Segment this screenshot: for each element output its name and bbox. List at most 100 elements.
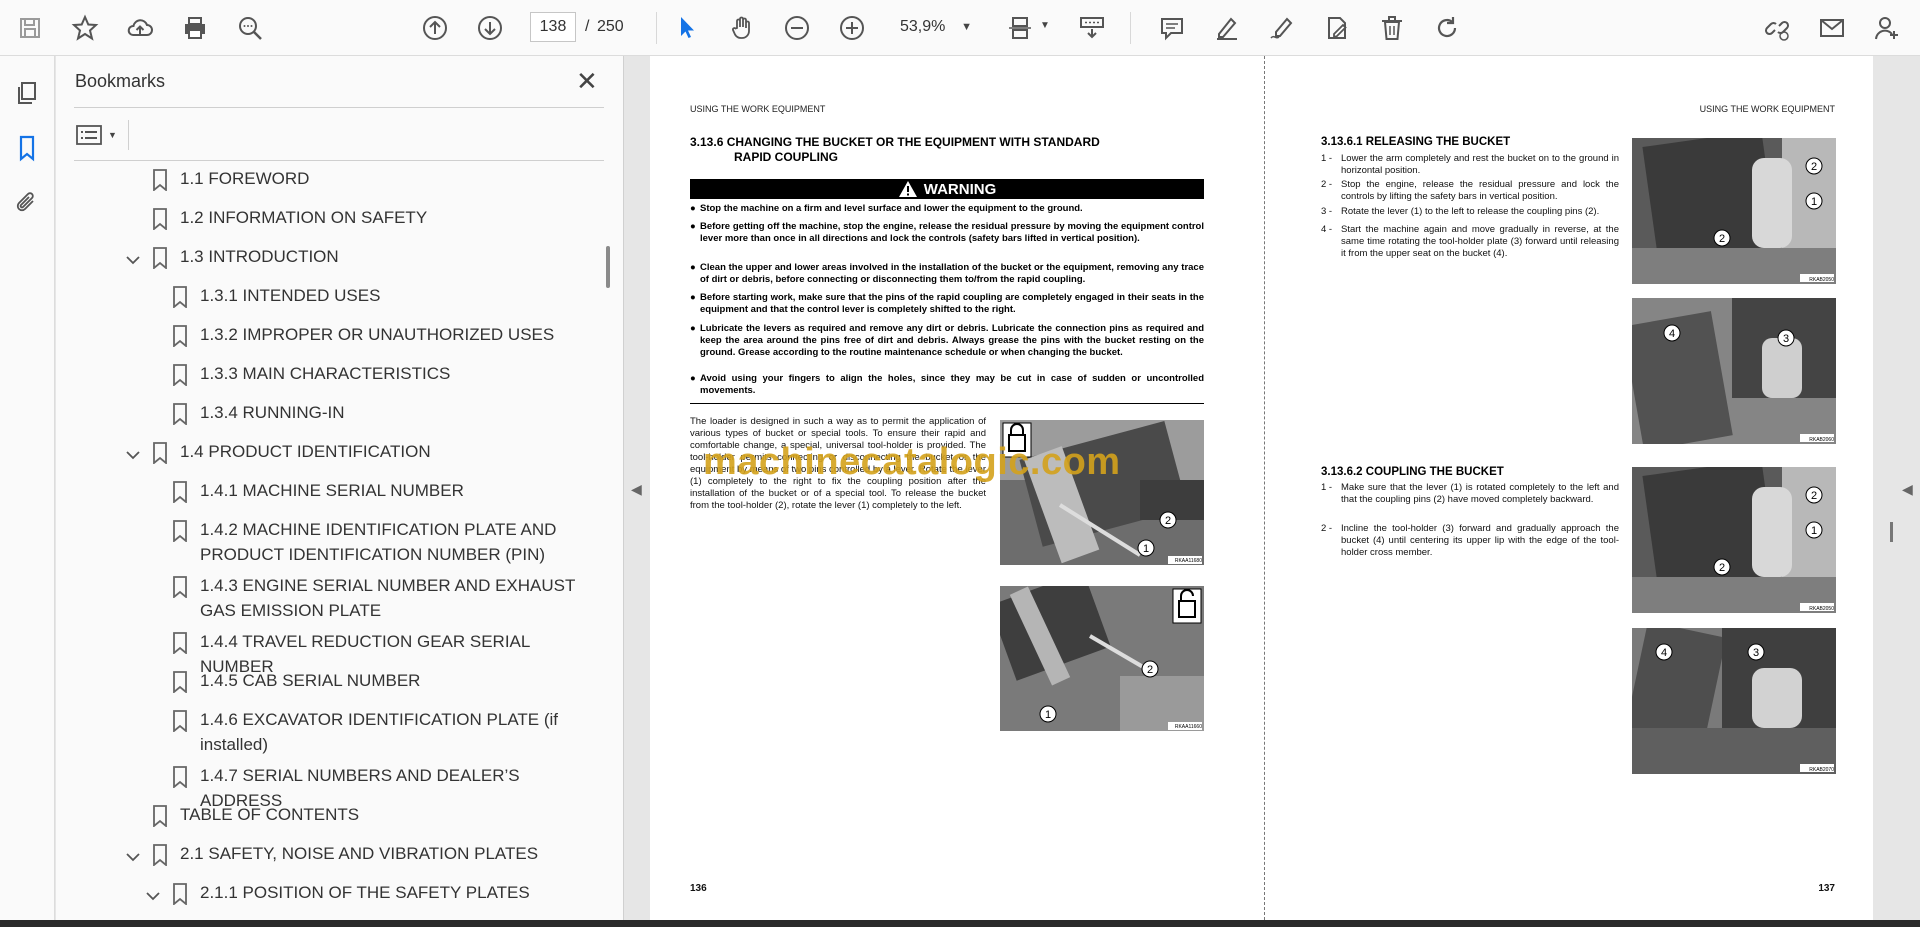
step-item: 1 - Make sure that the lever (1) is rotat… xyxy=(1321,482,1619,506)
step-text: Incline the tool-holder (3) forward and … xyxy=(1341,523,1619,558)
bookmark-item[interactable]: 1.2 INFORMATION ON SAFETY xyxy=(56,205,596,244)
select-cursor-icon[interactable] xyxy=(670,11,704,45)
page-fit-dropdown-icon[interactable]: ▼ xyxy=(1040,20,1050,31)
bookmarks-panel-icon[interactable] xyxy=(10,131,44,165)
bookmark-icon xyxy=(171,632,189,655)
next-page-icon[interactable] xyxy=(473,11,507,45)
bookmark-item[interactable]: 1.3.3 MAIN CHARACTERISTICS xyxy=(56,361,596,400)
svg-text:2: 2 xyxy=(1165,515,1171,527)
hand-tool-icon[interactable] xyxy=(725,11,759,45)
bookmark-item[interactable]: 1.3.4 RUNNING-IN xyxy=(56,400,596,439)
bookmark-item[interactable]: 1.3.1 INTENDED USES xyxy=(56,283,596,322)
release-step-photo-1: 2 1 2 RKAB2050 xyxy=(1632,138,1836,284)
close-icon[interactable]: ✕ xyxy=(576,66,598,96)
page-number: 136 xyxy=(690,883,707,894)
collapse-left-panel-icon[interactable]: ◀ xyxy=(631,481,642,498)
bookmark-item[interactable]: 1.4.7 SERIAL NUMBERS AND DEALER’S ADDRES… xyxy=(56,763,596,810)
chevron-down-icon: ▼ xyxy=(108,130,117,140)
highlight-pen-icon[interactable] xyxy=(1210,11,1244,45)
section-title-cont: RAPID COUPLING xyxy=(734,150,839,164)
bookmark-item[interactable]: 1.4.6 EXCAVATOR IDENTIFICATION PLATE (if… xyxy=(56,707,596,763)
bookmark-label: 2.1 SAFETY, NOISE AND VIBRATION PLATES xyxy=(180,844,539,863)
svg-text:2: 2 xyxy=(1147,664,1153,676)
page-separator: / xyxy=(585,18,590,35)
bookmark-item[interactable]: 2.1 SAFETY, NOISE AND VIBRATION PLATES xyxy=(56,841,596,880)
warning-text: Avoid using your fingers to align the ho… xyxy=(700,373,1204,396)
page-fit-icon[interactable] xyxy=(1003,11,1037,45)
bookmark-label: 1.4.1 MACHINE SERIAL NUMBER xyxy=(200,481,464,500)
redo-icon[interactable] xyxy=(1430,11,1464,45)
zoom-level-select[interactable]: 53,9% ▼ xyxy=(880,12,980,42)
document-viewer[interactable]: ◀ USING THE WORK EQUIPMENT 3.13.6 CHANGI… xyxy=(625,56,1920,920)
bookmark-icon xyxy=(171,403,189,426)
bookmark-item[interactable]: 1.3.2 IMPROPER OR UNAUTHORIZED USES xyxy=(56,322,596,361)
bookmark-item[interactable]: 1.1 FOREWORD xyxy=(56,166,596,205)
upload-cloud-icon[interactable] xyxy=(123,11,157,45)
share-link-icon[interactable] xyxy=(1760,11,1794,45)
zoom-search-icon[interactable] xyxy=(233,11,267,45)
step-text: Make sure that the lever (1) is rotated … xyxy=(1341,482,1619,505)
account-icon[interactable] xyxy=(1870,11,1904,45)
save-icon[interactable] xyxy=(13,11,47,45)
bookmark-item[interactable]: 1.4.3 ENGINE SERIAL NUMBER AND EXHAUST G… xyxy=(56,573,596,629)
email-icon[interactable] xyxy=(1815,11,1849,45)
bookmark-label: 1.3.3 MAIN CHARACTERISTICS xyxy=(200,364,451,383)
bookmark-icon xyxy=(171,481,189,504)
page-header: USING THE WORK EQUIPMENT xyxy=(690,104,826,114)
step-text: Stop the engine, release the residual pr… xyxy=(1341,179,1619,202)
bookmark-item[interactable]: 1.4.5 CAB SERIAL NUMBER xyxy=(56,668,596,707)
bookmark-tree: 1.1 FOREWORD 1.2 INFORMATION ON SAFETY 1.3… xyxy=(56,166,596,916)
previous-page-icon[interactable] xyxy=(418,11,452,45)
bookmark-item[interactable]: 1.4.1 MACHINE SERIAL NUMBER xyxy=(56,478,596,517)
bookmark-icon xyxy=(151,442,169,465)
svg-text:2: 2 xyxy=(1719,562,1725,574)
comment-icon[interactable] xyxy=(1155,11,1189,45)
section-title: 3.13.6 CHANGING THE BUCKET OR THE EQUIPM… xyxy=(690,135,1100,149)
bookmark-item[interactable]: 1.4.4 TRAVEL REDUCTION GEAR SERIAL NUMBE… xyxy=(56,629,596,676)
chevron-down-icon[interactable] xyxy=(124,251,142,269)
svg-text:2: 2 xyxy=(1719,233,1725,245)
edit-document-icon[interactable] xyxy=(1320,11,1354,45)
chevron-down-icon[interactable] xyxy=(144,887,162,905)
scrolling-mode-icon[interactable] xyxy=(1075,11,1109,45)
bookmark-item[interactable]: 1.3 INTRODUCTION xyxy=(56,244,596,283)
attachments-icon[interactable] xyxy=(10,186,44,220)
chevron-down-icon[interactable] xyxy=(124,446,142,464)
bookmark-icon xyxy=(151,208,169,231)
coupling-lever-unlocked-photo: 2 1 RKAA11660 xyxy=(1000,586,1204,731)
sign-icon[interactable] xyxy=(1265,11,1299,45)
trash-icon[interactable] xyxy=(1375,11,1409,45)
watermark-text: machinecatalogic.com xyxy=(703,441,1121,483)
chevron-down-icon[interactable] xyxy=(124,848,142,866)
zoom-out-icon[interactable] xyxy=(780,11,814,45)
photo-code: RKAB2050 xyxy=(1809,277,1834,283)
bookmark-scroll-thumb[interactable] xyxy=(606,246,610,288)
bookmark-icon xyxy=(171,520,189,543)
bookmark-item[interactable]: 1.4.2 MACHINE IDENTIFICATION PLATE AND P… xyxy=(56,517,596,573)
bookmark-label: 1.3.1 INTENDED USES xyxy=(200,286,381,305)
step-number: 1 - xyxy=(1321,153,1333,164)
chevron-down-icon: ▼ xyxy=(961,21,972,33)
bookmark-icon xyxy=(151,169,169,192)
warning-item: ● Stop the machine on a firm and level su… xyxy=(690,203,1204,215)
page-number-input[interactable]: 138 xyxy=(530,12,576,42)
bullet-icon: ● xyxy=(690,262,696,273)
bookmark-options-menu[interactable]: ▼ xyxy=(76,120,126,150)
bookmark-item[interactable]: TABLE OF CONTENTS xyxy=(56,802,596,841)
bookmark-item[interactable]: 1.4 PRODUCT IDENTIFICATION xyxy=(56,439,596,478)
step-number: 3 - xyxy=(1321,206,1333,217)
bullet-icon: ● xyxy=(690,221,696,232)
zoom-in-icon[interactable] xyxy=(835,11,869,45)
collapse-right-panel-icon[interactable]: ◀ xyxy=(1902,481,1913,498)
page-thumbnails-icon[interactable] xyxy=(10,76,44,110)
star-icon[interactable] xyxy=(68,11,102,45)
photo-code: RKAA11680 xyxy=(1174,558,1202,564)
subsection-title-coupling: 3.13.6.2 COUPLING THE BUCKET xyxy=(1321,466,1504,478)
bookmark-label: 1.4.3 ENGINE SERIAL NUMBER AND EXHAUST G… xyxy=(200,576,576,620)
viewer-scroll-thumb[interactable] xyxy=(1890,522,1893,542)
bookmark-icon xyxy=(171,766,189,789)
bookmark-item[interactable]: 2.1.1 POSITION OF THE SAFETY PLATES xyxy=(56,880,596,916)
step-item: 2 - Incline the tool-holder (3) forward a… xyxy=(1321,523,1619,559)
print-icon[interactable] xyxy=(178,11,212,45)
bullet-icon: ● xyxy=(690,323,696,334)
